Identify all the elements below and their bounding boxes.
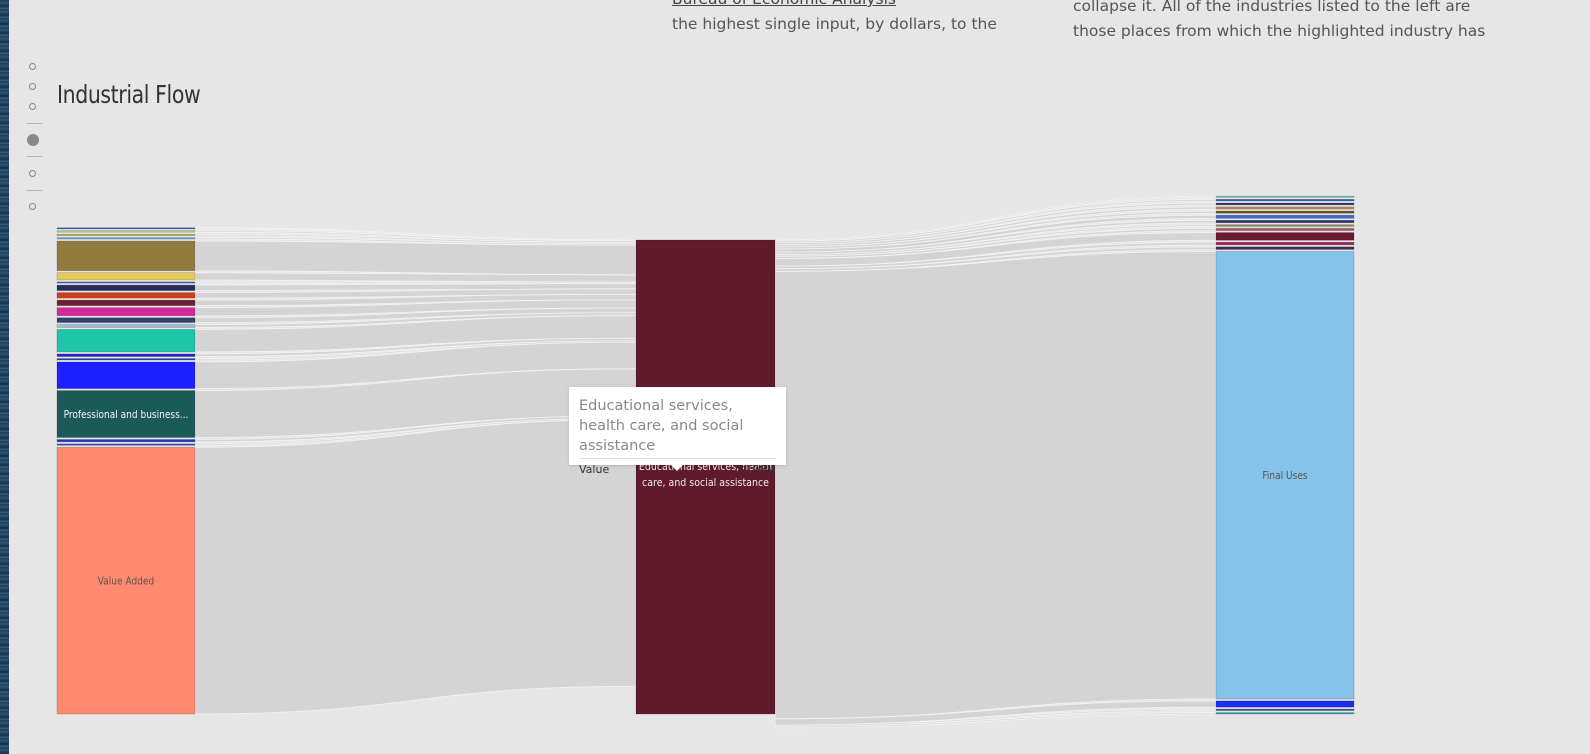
- tooltip-arrow: [671, 465, 683, 471]
- output-industry-node[interactable]: [1215, 199, 1355, 202]
- output-industry-node[interactable]: [1215, 202, 1355, 206]
- input-industry-node[interactable]: [56, 281, 196, 284]
- input-industry-node[interactable]: [56, 237, 196, 240]
- input-industry-node[interactable]: [56, 358, 196, 361]
- input-industry-node[interactable]: [56, 272, 196, 281]
- input-industry-node[interactable]: [56, 230, 196, 233]
- node-tooltip: Educational services, health care, and s…: [569, 387, 786, 476]
- output-industry-node[interactable]: [1215, 210, 1355, 214]
- input-industry-node[interactable]: [56, 307, 196, 317]
- node-label: Professional and business...: [64, 409, 189, 421]
- outflow-link[interactable]: [774, 251, 1217, 720]
- input-industry-node[interactable]: [56, 227, 196, 230]
- output-industry-node[interactable]: [1215, 712, 1355, 715]
- input-industry-node[interactable]: [56, 292, 196, 299]
- input-industry-node[interactable]: [56, 233, 196, 236]
- output-industry-node[interactable]: [1215, 206, 1355, 210]
- tooltip-label: Value: [579, 463, 610, 476]
- input-industry-node[interactable]: [56, 324, 196, 328]
- input-industry-node[interactable]: [56, 299, 196, 306]
- center-node-label: care, and social assistance: [642, 476, 769, 489]
- output-industry-node[interactable]: [1215, 214, 1355, 219]
- input-industry-node[interactable]: [56, 329, 196, 353]
- output-industry-node[interactable]: [1215, 228, 1355, 231]
- output-industry-node[interactable]: [1215, 224, 1355, 227]
- node-label: Final Uses: [1262, 471, 1307, 483]
- tooltip-value: $198M: [738, 463, 777, 476]
- output-industry-node[interactable]: [1215, 195, 1355, 198]
- input-industry-node[interactable]: [56, 439, 196, 443]
- output-industry-node[interactable]: [1215, 241, 1355, 246]
- input-industry-node[interactable]: [56, 284, 196, 291]
- tooltip-title: Educational services, health care, and s…: [579, 396, 776, 459]
- sankey-diagram: Professional and business... Value Added F…: [56, 195, 1355, 729]
- output-industry-node[interactable]: [1215, 220, 1355, 224]
- inflow-link[interactable]: [194, 240, 637, 276]
- output-industry-node[interactable]: [1215, 700, 1355, 708]
- input-industry-node[interactable]: [56, 240, 196, 272]
- output-industry-node[interactable]: [1215, 246, 1355, 250]
- input-industry-node[interactable]: [56, 353, 196, 357]
- input-industry-node[interactable]: [56, 361, 196, 389]
- output-industry-node[interactable]: [1215, 708, 1355, 711]
- output-industry-node[interactable]: [1215, 232, 1355, 241]
- inflow-link[interactable]: [194, 281, 637, 284]
- input-industry-node[interactable]: [56, 317, 196, 323]
- node-label: Value Added: [98, 576, 154, 588]
- input-industry-node[interactable]: [56, 443, 196, 446]
